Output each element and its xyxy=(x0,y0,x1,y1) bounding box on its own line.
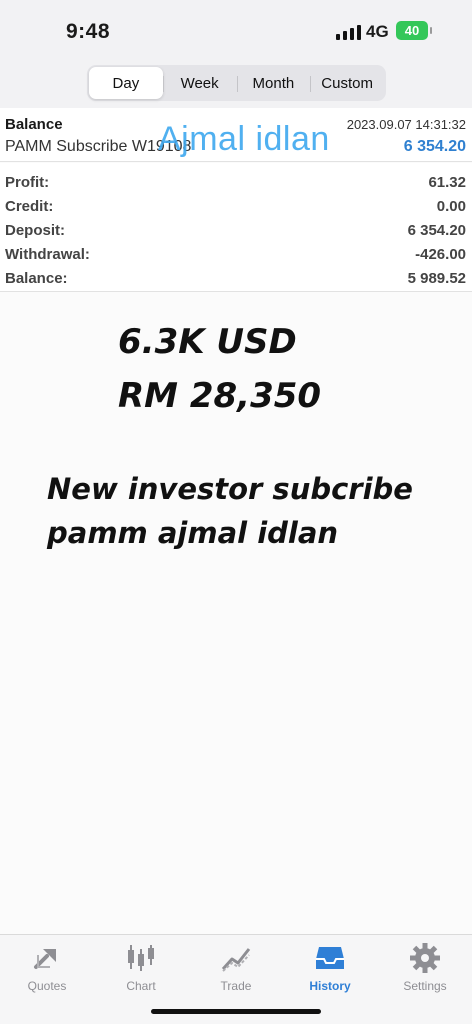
summary-label: Credit: xyxy=(5,197,54,215)
deal-date: 2023.09.07 14:31:32 xyxy=(346,117,466,132)
deal-row[interactable]: Balance PAMM Subscribe W19108 2023.09.07… xyxy=(0,108,472,162)
tab-chart[interactable]: Chart xyxy=(101,941,181,993)
home-indicator[interactable] xyxy=(151,1009,321,1014)
summary-row-balance: Balance: 5 989.52 xyxy=(0,266,472,290)
network-type: 4G xyxy=(366,22,389,41)
settings-icon xyxy=(410,943,440,973)
summary-label: Withdrawal: xyxy=(5,245,90,263)
trade-icon xyxy=(221,948,251,972)
deal-amount: 6 354.20 xyxy=(403,138,466,155)
overlay-rm-text: RM 28,350 xyxy=(118,376,322,416)
quotes-icon xyxy=(34,949,56,969)
tab-day-label: Day xyxy=(112,74,140,92)
watermark-text: Ajmal idlan xyxy=(158,120,330,158)
battery-icon: 40 xyxy=(396,21,432,40)
summary-row-deposit: Deposit: 6 354.20 xyxy=(0,218,472,242)
signal-icon xyxy=(336,24,361,40)
summary-value: 5 989.52 xyxy=(407,269,466,287)
tab-history[interactable]: History xyxy=(290,941,370,993)
tab-trade-label: Trade xyxy=(220,979,252,993)
history-icon xyxy=(316,947,344,969)
tab-month-label: Month xyxy=(252,74,295,92)
overlay-note-line2: pamm ajmal idlan xyxy=(47,516,339,550)
tab-settings-label: Settings xyxy=(403,979,447,993)
tab-settings[interactable]: Settings xyxy=(385,941,465,993)
tab-week[interactable]: Week xyxy=(162,67,237,99)
status-time: 9:48 xyxy=(66,20,111,43)
chart-icon xyxy=(128,945,154,971)
tab-custom[interactable]: Custom xyxy=(310,67,384,99)
tab-week-label: Week xyxy=(180,74,219,92)
tab-history-label: History xyxy=(309,979,351,993)
overlay-usd-text: 6.3K USD xyxy=(118,322,297,362)
tab-quotes[interactable]: Quotes xyxy=(7,941,87,993)
battery-level: 40 xyxy=(404,23,420,38)
tab-custom-label: Custom xyxy=(321,74,373,92)
summary-row-profit: Profit: 61.32 xyxy=(0,170,472,194)
overlay-note-line1: New investor subcribe xyxy=(47,472,413,506)
summary-row-withdrawal: Withdrawal: -426.00 xyxy=(0,242,472,266)
summary-label: Balance: xyxy=(5,269,68,287)
tab-quotes-label: Quotes xyxy=(27,979,67,993)
history-content: Balance PAMM Subscribe W19108 2023.09.07… xyxy=(0,108,472,934)
summary-label: Profit: xyxy=(5,173,50,191)
status-bar: 9:48 4G 40 xyxy=(0,0,472,62)
tab-chart-label: Chart xyxy=(126,979,156,993)
period-selector: Day Week Month Custom xyxy=(87,65,386,101)
tab-month[interactable]: Month xyxy=(236,67,311,99)
deal-type: Balance xyxy=(5,116,63,133)
account-summary: Profit: 61.32 Credit: 0.00 Deposit: 6 35… xyxy=(0,163,472,292)
summary-label: Deposit: xyxy=(5,221,65,239)
tab-trade[interactable]: Trade xyxy=(196,941,276,993)
summary-value: 61.32 xyxy=(428,173,466,191)
tab-day[interactable]: Day xyxy=(89,67,163,99)
summary-value: 6 354.20 xyxy=(407,221,466,239)
summary-value: 0.00 xyxy=(436,197,466,215)
summary-row-credit: Credit: 0.00 xyxy=(0,194,472,218)
summary-value: -426.00 xyxy=(415,245,466,263)
